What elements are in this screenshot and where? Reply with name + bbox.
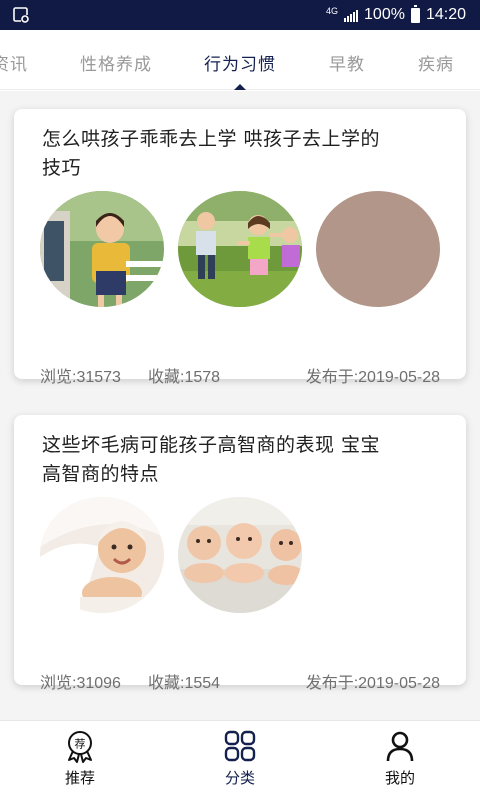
article-card[interactable]: 怎么哄孩子乖乖去上学 哄孩子去上学的技巧 浏览:31573 收藏:1578 发布… xyxy=(14,109,466,386)
article-card[interactable]: 这些坏毛病可能孩子高智商的表现 宝宝高智商的特点 浏览:31096 收藏:155… xyxy=(14,415,466,692)
tab-behavior-habits[interactable]: 行为习惯 xyxy=(204,50,276,75)
gallery-icon xyxy=(13,7,29,23)
category-tab-bar: 资讯 性格养成 行为习惯 早教 疾病 xyxy=(0,30,480,90)
nav-label: 我的 xyxy=(384,769,415,787)
article-feed[interactable]: 怎么哄孩子乖乖去上学 哄孩子去上学的技巧 浏览:31573 收藏:1578 发布… xyxy=(0,91,480,720)
favorite-count: 收藏:1554 xyxy=(148,675,221,692)
tab-diseases[interactable]: 疾病 xyxy=(418,50,454,75)
baby-under-blanket-photo[interactable] xyxy=(40,497,164,613)
nav-profile[interactable]: 我的 xyxy=(360,729,440,795)
publish-date: 发布于:2019-05-28 xyxy=(305,369,440,386)
user-profile-icon xyxy=(386,731,414,762)
tab-personality[interactable]: 性格养成 xyxy=(80,50,152,75)
signal-icon xyxy=(344,8,359,22)
tab-news[interactable]: 资讯 xyxy=(0,50,28,75)
article-title[interactable]: 怎么哄孩子乖乖去上学 哄孩子去上学的技巧 xyxy=(42,125,392,183)
status-bar: 4G 100% 14:20 xyxy=(0,0,480,30)
nav-categories[interactable]: 分类 xyxy=(200,729,280,795)
svg-text:荐: 荐 xyxy=(75,738,86,751)
article-thumbnails xyxy=(40,191,440,307)
nav-label: 推荐 xyxy=(64,769,95,787)
tab-early-education[interactable]: 早教 xyxy=(329,50,365,75)
clock: 14:20 xyxy=(425,6,466,23)
recommend-badge-icon: 荐 xyxy=(68,731,92,763)
loading-placeholder[interactable] xyxy=(316,191,440,307)
favorite-count: 收藏:1578 xyxy=(148,369,221,386)
battery-icon xyxy=(410,4,420,23)
active-tab-indicator xyxy=(234,84,246,90)
nav-label: 分类 xyxy=(224,769,255,787)
bottom-navigation: 荐 推荐 分类 我的 xyxy=(0,720,480,800)
view-count: 浏览:31573 xyxy=(40,369,121,386)
grid-categories-icon xyxy=(224,730,256,762)
battery-level: 100% xyxy=(364,6,405,23)
network-type: 4G xyxy=(326,5,339,16)
publish-date: 发布于:2019-05-28 xyxy=(305,675,440,692)
article-title[interactable]: 这些坏毛病可能孩子高智商的表现 宝宝高智商的特点 xyxy=(42,431,392,489)
view-count: 浏览:31096 xyxy=(40,675,121,692)
article-thumbnails xyxy=(40,497,302,613)
three-babies-photo[interactable] xyxy=(178,497,302,613)
girl-with-backpack-photo[interactable] xyxy=(40,191,164,307)
nav-recommend[interactable]: 荐 推荐 xyxy=(40,729,120,795)
children-running-photo[interactable] xyxy=(178,191,302,307)
